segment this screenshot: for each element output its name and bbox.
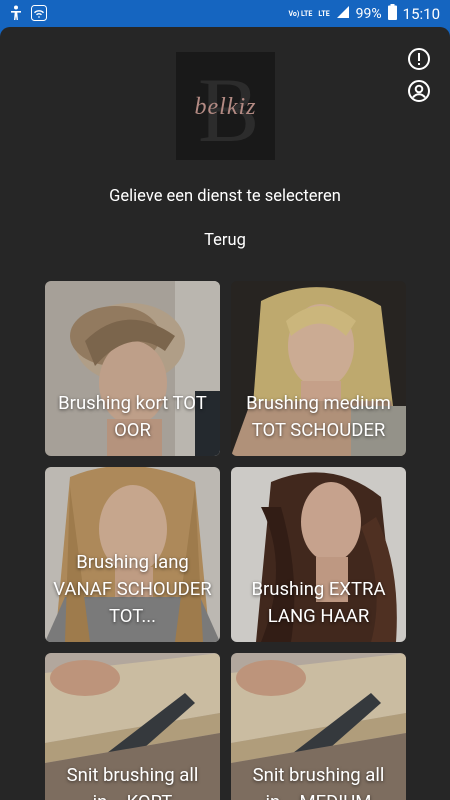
clock: 15:10 [402, 5, 440, 23]
service-card-label: Brushing lang VANAF SCHOUDER TOT... [53, 551, 212, 627]
logo-text: belkiz [194, 94, 257, 120]
lte-indicator: LTE [318, 10, 330, 18]
service-card-label: Brushing EXTRA LANG HAAR [251, 578, 386, 627]
status-bar: Vo) LTE LTE 99% 15:10 [0, 0, 450, 27]
signal-icon [336, 5, 350, 23]
service-card-snit-brushing-medium[interactable]: Snit brushing all in... MEDIUM [231, 653, 406, 800]
battery-percentage: 99% [355, 6, 382, 22]
service-card-brushing-medium[interactable]: Brushing medium TOT SCHOUDER [231, 281, 406, 456]
battery-icon [387, 4, 397, 24]
service-card-brushing-extra-lang[interactable]: Brushing EXTRA LANG HAAR [231, 467, 406, 642]
back-button[interactable]: Terug [204, 231, 246, 250]
service-card-brushing-lang[interactable]: Brushing lang VANAF SCHOUDER TOT... [45, 467, 220, 642]
back-link-row: Terug [0, 231, 450, 250]
service-card-label: Snit brushing all in... MEDIUM [252, 764, 385, 800]
service-card-label: Brushing medium TOT SCHOUDER [246, 392, 391, 441]
status-left-icons [9, 5, 47, 25]
brand-logo: B belkiz [176, 52, 275, 160]
accessibility-icon [9, 5, 23, 25]
service-card-label: Snit brushing all in... KORT [66, 764, 199, 800]
service-card-snit-brushing-kort[interactable]: Snit brushing all in... KORT [45, 653, 220, 800]
main-sheet: B belkiz Gelieve een dienst te selectere… [0, 27, 450, 800]
info-icon[interactable] [407, 47, 431, 71]
volte-indicator: Vo) LTE [288, 10, 313, 18]
service-card-brushing-kort[interactable]: Brushing kort TOT OOR [45, 281, 220, 456]
wifi-icon [31, 5, 47, 25]
status-right-icons: Vo) LTE LTE 99% 15:10 [288, 4, 440, 24]
service-card-label: Brushing kort TOT OOR [58, 392, 207, 441]
page-title: Gelieve een dienst te selecteren [109, 187, 341, 206]
account-icon[interactable] [407, 79, 431, 103]
